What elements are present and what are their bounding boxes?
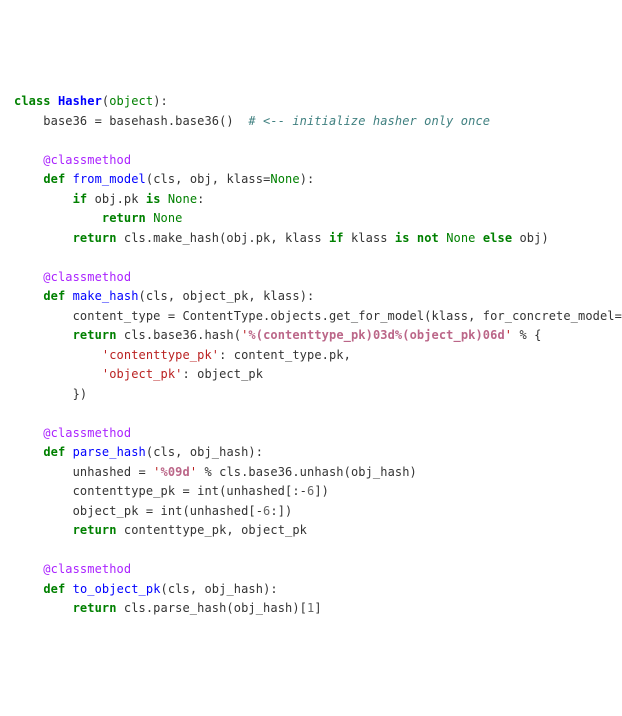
text: base36 = basehash.base36() (14, 114, 248, 128)
text: (cls, obj_hash): (161, 582, 278, 596)
func-name: parse_hash (73, 445, 146, 459)
text: ): (153, 94, 168, 108)
func-name: make_hash (73, 289, 139, 303)
kw-return: return (73, 523, 117, 537)
func-name: from_model (73, 172, 146, 186)
code-block: class Hasher(object): base36 = basehash.… (14, 92, 622, 619)
builtin-none: None (168, 192, 197, 206)
text: object_pk = int(unhashed[- (14, 504, 263, 518)
func-name: to_object_pk (73, 582, 161, 596)
text: % { (512, 328, 541, 342)
text: : (197, 192, 204, 206)
string-interp: %(contenttype_pk)03d%(object_pk)06d (248, 328, 504, 342)
text: % cls.base36.unhash(obj_hash) (197, 465, 417, 479)
text: unhashed = (14, 465, 153, 479)
text: ): (300, 172, 315, 186)
kw-def: def (43, 582, 65, 596)
text: contenttype_pk = int(unhashed[:- (14, 484, 307, 498)
text: ] (314, 601, 321, 615)
text: (cls, obj_hash): (146, 445, 263, 459)
builtin-none: None (153, 211, 182, 225)
comment: # <-- initialize hasher only once (248, 114, 490, 128)
decorator: @classmethod (14, 426, 131, 440)
text: ]) (314, 484, 329, 498)
string: 'contenttype_pk' (102, 348, 219, 362)
kw-if: if (73, 192, 88, 206)
decorator: @classmethod (14, 270, 131, 284)
string: 'object_pk' (102, 367, 183, 381)
kw-def: def (43, 172, 65, 186)
decorator: @classmethod (14, 562, 131, 576)
builtin-object: object (109, 94, 153, 108)
text: content_type = ContentType.objects.get_f… (14, 309, 622, 323)
decorator: @classmethod (14, 153, 131, 167)
class-name: Hasher (58, 94, 102, 108)
kw-if: if (329, 231, 344, 245)
string-interp: %09d (161, 465, 190, 479)
text: (cls, object_pk, klass): (139, 289, 315, 303)
text: :]) (270, 504, 292, 518)
number: 1 (307, 601, 314, 615)
text: }) (14, 387, 87, 401)
text: obj) (512, 231, 549, 245)
kw-class: class (14, 94, 51, 108)
kw-def: def (43, 445, 65, 459)
text: cls.make_hash(obj.pk, klass (117, 231, 329, 245)
text: : content_type.pk, (219, 348, 351, 362)
kw-def: def (43, 289, 65, 303)
string: ' (153, 465, 160, 479)
text: (cls, obj, klass= (146, 172, 271, 186)
builtin-none: None (446, 231, 475, 245)
kw-return: return (73, 328, 117, 342)
kw-is-not: is not (395, 231, 439, 245)
kw-is: is (146, 192, 161, 206)
text: obj.pk (87, 192, 146, 206)
text: klass (344, 231, 395, 245)
text: : object_pk (182, 367, 263, 381)
text (161, 192, 168, 206)
kw-return: return (73, 601, 117, 615)
text: cls.parse_hash(obj_hash)[ (117, 601, 307, 615)
builtin-none: None (270, 172, 299, 186)
text (476, 231, 483, 245)
text: contenttype_pk, object_pk (117, 523, 307, 537)
kw-return: return (102, 211, 146, 225)
text: cls.base36.hash( (117, 328, 242, 342)
kw-return: return (73, 231, 117, 245)
kw-else: else (483, 231, 512, 245)
